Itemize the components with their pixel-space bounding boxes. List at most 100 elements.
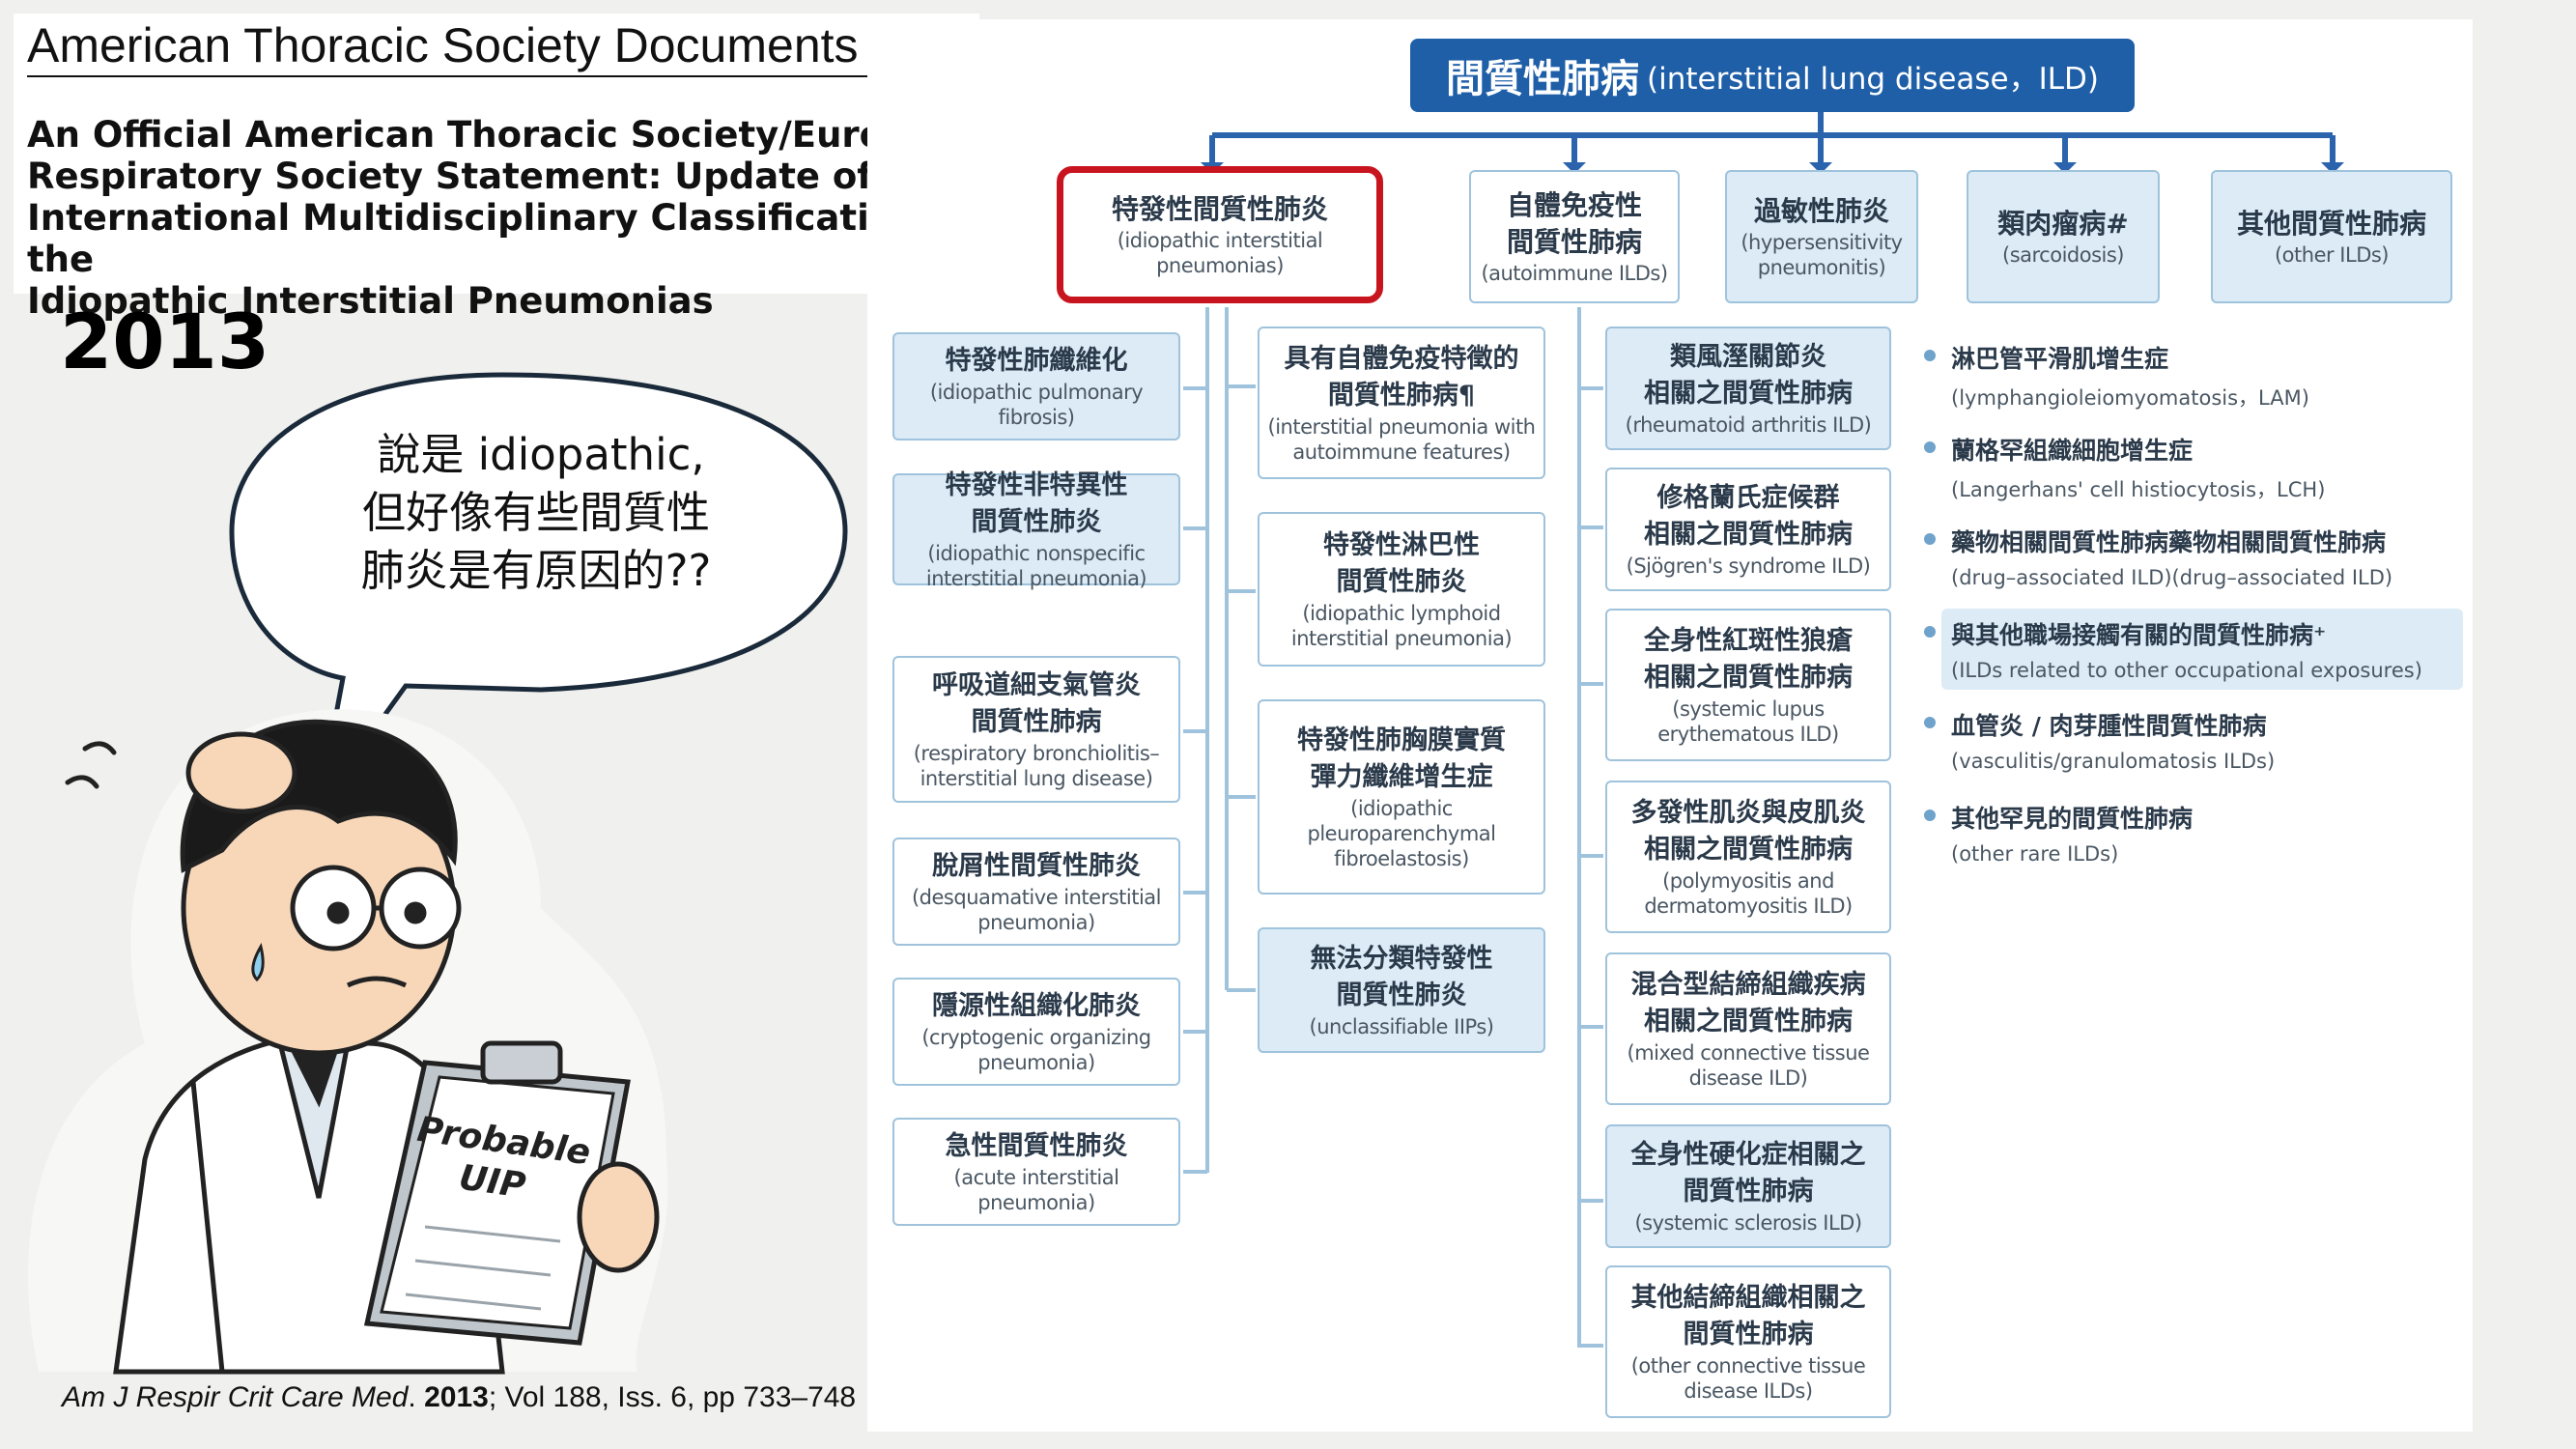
root-ild-box: 間質性肺病 (interstitial lung disease，ILD)	[1410, 39, 2135, 112]
autoimmune-ild-box: 類風溼關節炎 相關之間質性肺病 (rheumatoid arthritis ILD)	[1605, 327, 1891, 450]
box-label-en: (interstitial pneumonia with	[1267, 415, 1537, 439]
box-label-en: (idiopathic pulmonary	[929, 381, 1144, 404]
box-label-en: fibrosis)	[998, 406, 1076, 429]
box-label-en: (acute interstitial	[953, 1166, 1119, 1189]
other-ild-item: 與其他職場接觸有關的間質性肺病⁺ (ILDs related to other o…	[1924, 609, 2463, 690]
other-ild-label-zh: 淋巴管平滑肌增生症	[1951, 345, 2169, 373]
box-label-zh: 相關之間質性肺病	[1644, 1007, 1853, 1037]
root-label-zh: 間質性肺病	[1445, 57, 1639, 101]
box-label-en: (idiopathic nonspecific	[927, 542, 1146, 565]
box-label-en: (polymyositis and	[1662, 869, 1834, 893]
other-ild-label-zh: 其他罕見的間質性肺病	[1951, 805, 2194, 833]
iip-subtype-box: 脫屑性間質性肺炎 (desquamative interstitial pneumo…	[892, 838, 1180, 946]
box-label-en: (systemic lupus	[1672, 697, 1825, 721]
other-ild-item: 淋巴管平滑肌增生症 (lymphangioleiomyomatosis，LAM)	[1924, 340, 2444, 412]
box-label-zh: 特發性非特異性	[945, 470, 1128, 500]
box-label-zh: 間質性肺病¶	[1327, 381, 1476, 411]
other-ild-item: 藥物相關間質性肺病藥物相關間質性肺病 (drug–associated ILD)(…	[1924, 524, 2444, 589]
box-label-zh: 相關之間質性肺病	[1644, 520, 1853, 550]
box-label-en: disease ILD)	[1688, 1066, 1808, 1090]
box-label-en: pneumonitis)	[1757, 256, 1886, 279]
iip-subtype-box: 特發性肺纖維化 (idiopathic pulmonary fibrosis)	[892, 332, 1180, 440]
box-label-zh: 相關之間質性肺病	[1644, 379, 1853, 409]
box-label-zh: 間質性肺病	[1683, 1177, 1814, 1207]
box-label-en: (cryptogenic organizing	[921, 1026, 1151, 1049]
box-label-en: (idiopathic interstitial pneumonias)	[1117, 229, 1323, 277]
box-label-en: dermatomyositis ILD)	[1644, 895, 1853, 918]
box-label-en: (other connective tissue	[1630, 1354, 1866, 1378]
other-ild-label-en: (lymphangioleiomyomatosis，LAM)	[1951, 386, 2309, 410]
box-label-zh: 過敏性肺炎	[1753, 195, 1889, 227]
other-ild-label-en: (drug–associated ILD)(drug–associated IL…	[1951, 566, 2393, 589]
bullet-dot-icon	[1924, 533, 1936, 545]
box-label-en: (mixed connective tissue	[1627, 1041, 1870, 1065]
box-label-en: fibroelastosis)	[1334, 847, 1469, 870]
box-label-en: (hypersensitivity	[1741, 231, 1903, 254]
box-label-en: interstitial lung disease)	[920, 767, 1153, 790]
box-label-zh: 混合型結締組織疾病	[1630, 970, 1866, 1000]
box-label-zh: 間質性肺炎	[1336, 980, 1467, 1010]
iip-subtype-box: 特發性非特異性 間質性肺炎 (idiopathic nonspecific inter…	[892, 470, 1180, 590]
category-box: 其他間質性肺病 (other ILDs)	[2211, 170, 2452, 303]
box-label-en: (sarcoidosis)	[2002, 243, 2125, 267]
box-label-zh: 彈力纖維增生症	[1310, 762, 1493, 792]
bullet-dot-icon	[1924, 441, 1936, 453]
autoimmune-ild-box: 混合型結締組織疾病 相關之間質性肺病 (mixed connective tissu…	[1605, 952, 1891, 1105]
other-ild-label-en: (ILDs related to other occupational expo…	[1951, 659, 2422, 682]
bullet-dot-icon	[1924, 810, 1936, 821]
box-label-en: autoimmune features)	[1292, 440, 1511, 464]
other-ild-item: 蘭格罕組織細胞增生症 (Langerhans' cell histiocytosi…	[1924, 432, 2444, 503]
box-label-zh: 脫屑性間質性肺炎	[932, 851, 1141, 881]
box-label-en: disease ILDs)	[1684, 1379, 1813, 1403]
box-label-zh: 特發性肺胸膜實質	[1297, 725, 1506, 755]
box-label-en: (unclassifiable IIPs)	[1309, 1015, 1494, 1038]
autoimmune-ild-box: 多發性肌炎與皮肌炎 相關之間質性肺病 (polymyositis and dermat…	[1605, 781, 1891, 933]
iip-rare-box: 特發性淋巴性 間質性肺炎 (idiopathic lymphoid interstit…	[1258, 512, 1545, 667]
box-label-en: (Sjögren's syndrome ILD)	[1626, 554, 1871, 578]
autoimmune-ild-box: 全身性紅斑性狼瘡 相關之間質性肺病 (systemic lupus erythemat…	[1605, 609, 1891, 761]
box-label-en: (rheumatoid arthritis ILD)	[1625, 413, 1872, 437]
box-label-zh: 特發性間質性肺炎	[1111, 193, 1328, 225]
box-label-en: pleuroparenchymal	[1307, 822, 1496, 845]
box-label-zh: 全身性硬化症相關之	[1630, 1140, 1866, 1170]
iip-subtype-box: 急性間質性肺炎 (acute interstitial pneumonia)	[892, 1118, 1180, 1226]
box-label-en: erythematous ILD)	[1657, 723, 1839, 746]
box-label-en: interstitial pneumonia)	[925, 567, 1147, 590]
box-label-zh: 類風溼關節炎	[1670, 342, 1826, 372]
box-label-zh: 多發性肌炎與皮肌炎	[1630, 798, 1866, 828]
box-label-zh: 間質性肺病	[971, 707, 1102, 737]
other-ild-label-zh: 血管炎 / 肉芽腫性間質性肺病	[1951, 712, 2267, 740]
autoimmune-ild-box: 修格蘭氏症候群 相關之間質性肺病 (Sjögren's syndrome ILD)	[1605, 468, 1891, 591]
other-ild-item: 血管炎 / 肉芽腫性間質性肺病 (vasculitis/granulomatosi…	[1924, 707, 2444, 773]
box-label-en: interstitial pneumonia)	[1290, 627, 1513, 650]
box-label-zh: 急性間質性肺炎	[945, 1131, 1128, 1161]
iip-rare-box: 具有自體免疫特徵的 間質性肺病¶ (interstitial pneumonia w…	[1258, 327, 1545, 479]
box-label-en: (systemic sclerosis ILD)	[1634, 1211, 1862, 1235]
box-label-zh: 相關之間質性肺病	[1644, 663, 1853, 693]
box-label-zh: 間質性肺病	[1683, 1320, 1814, 1350]
iip-rare-box: 特發性肺胸膜實質 彈力纖維增生症 (idiopathic pleuroparenchy…	[1258, 699, 1545, 895]
box-label-zh: 呼吸道細支氣管炎	[932, 670, 1141, 700]
bullet-dot-icon	[1924, 626, 1936, 638]
category-box: 類肉瘤病# (sarcoidosis)	[1967, 170, 2160, 303]
box-label-zh: 隱源性組織化肺炎	[932, 991, 1141, 1021]
box-label-zh: 特發性肺纖維化	[945, 346, 1128, 376]
box-label-en: (other ILDs)	[2274, 243, 2390, 267]
box-label-zh: 無法分類特發性	[1310, 944, 1493, 974]
other-ild-item: 其他罕見的間質性肺病 (other rare ILDs)	[1924, 800, 2444, 866]
box-label-zh: 其他結締組織相關之	[1630, 1283, 1866, 1313]
box-label-en: pneumonia)	[977, 1191, 1095, 1214]
category-box: 過敏性肺炎 (hypersensitivity pneumonitis)	[1725, 170, 1918, 303]
iip-subtype-box: 呼吸道細支氣管炎 間質性肺病 (respiratory bronchiolitis–…	[892, 656, 1180, 803]
box-label-zh: 全身性紅斑性狼瘡	[1644, 626, 1853, 656]
box-label-zh: 類肉瘤病#	[1997, 208, 2129, 240]
other-ild-label-zh: 蘭格罕組織細胞增生症	[1951, 437, 2194, 465]
box-label-en: pneumonia)	[977, 911, 1095, 934]
box-label-en: (respiratory bronchiolitis–	[913, 742, 1160, 765]
box-label-zh: 間質性肺炎	[971, 507, 1102, 537]
iip-rare-box: 無法分類特發性 間質性肺炎 (unclassifiable IIPs)	[1258, 927, 1545, 1053]
box-label-zh: 具有自體免疫特徵的	[1284, 344, 1519, 374]
box-label-zh: 修格蘭氏症候群	[1656, 483, 1840, 513]
other-ild-label-en: (Langerhans' cell histiocytosis，LCH)	[1951, 478, 2326, 501]
root-label-en: (interstitial lung disease，ILD)	[1646, 61, 2100, 97]
